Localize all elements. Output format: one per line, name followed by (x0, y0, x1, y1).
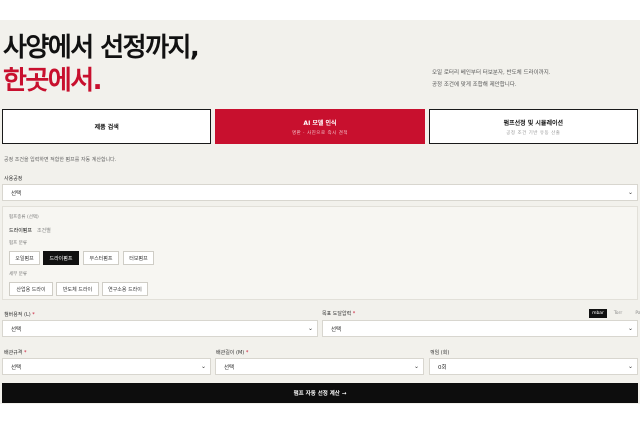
chevron-down-icon: ⌄ (413, 363, 419, 370)
pump-type-filter-active: 드라이펌프 (9, 228, 33, 234)
pipe-spec-value: 선택 (11, 364, 22, 371)
unit-mbar[interactable]: mbar (589, 309, 607, 318)
pipe-length-select[interactable]: 선택 ⌄ (215, 358, 424, 375)
hero-title-line2: 한곳에서. (3, 66, 103, 96)
application-label: 사용공정 (4, 175, 22, 182)
application-label-text: 사용공정 (4, 176, 23, 182)
bends-label-text: 꺾임 (회) (430, 350, 450, 356)
target-pressure-value: 선택 (331, 326, 342, 333)
required-mark: * (24, 350, 27, 356)
hero-subtitle: 오일 로터리 베인부터 터보분자, 반도체 드라이까지. 공정 조건에 맞게 조… (432, 67, 551, 91)
form-hint: 공정 조건을 입력하면 적합한 펌프를 자동 계산합니다. (4, 157, 117, 163)
chevron-down-icon: ⌄ (200, 363, 206, 370)
hero-title: 사양에서 선정까지, 한곳에서. (3, 32, 200, 98)
chamber-volume-value: 선택 (11, 326, 22, 333)
pipe-spec-select[interactable]: 선택 ⌄ (2, 358, 211, 375)
hero-title-line1: 사양에서 선정까지, (3, 33, 200, 63)
target-pressure-label-text: 목표 도달압력 (322, 311, 352, 317)
chip-turbo-pump[interactable]: 터보펌프 (123, 251, 154, 265)
tab-product-search[interactable]: 제품 검색 (2, 109, 212, 144)
pressure-unit-toggle: mbar Torr Pa (589, 309, 640, 318)
unit-pa[interactable]: Pa (629, 309, 640, 318)
pump-type-filter-alt[interactable]: 조건별 (37, 228, 51, 234)
bends-value: 0회 (438, 364, 447, 371)
pipe-length-label: 배관길이 (M) * (216, 349, 248, 356)
bends-select[interactable]: 0회 ⌄ (429, 358, 638, 375)
chevron-down-icon: ⌄ (627, 363, 633, 370)
pump-type-filter[interactable]: 드라이펌프 조건별 (9, 227, 51, 234)
chevron-down-icon: ⌄ (627, 189, 633, 196)
chip-oil-pump[interactable]: 오일펌프 (9, 251, 40, 265)
chip-semiconductor-dry[interactable]: 반도체 드라이 (56, 282, 99, 296)
pump-type-panel: 펌프종류 (선택) 드라이펌프 조건별 펌프 분류 오일펌프 드라이펌프 부스터펌… (2, 206, 638, 300)
target-pressure-select[interactable]: 선택 ⌄ (322, 320, 638, 337)
tab-label: AI 모델 인식 (303, 119, 337, 127)
tab-label: 제품 검색 (94, 124, 119, 131)
chevron-down-icon: ⌄ (627, 325, 633, 332)
chip-dry-pump[interactable]: 드라이펌프 (43, 251, 79, 265)
chamber-volume-label-text: 챔버용적 (L) (4, 312, 31, 318)
bends-label: 꺾임 (회) (430, 349, 449, 356)
tab-label: 펌프선정 및 시뮬레이션 (503, 119, 564, 127)
target-pressure-label: 목표 도달압력 * (322, 310, 355, 317)
chip-lab-dry[interactable]: 연구소용 드라이 (102, 282, 148, 296)
pipe-length-value: 선택 (224, 364, 235, 371)
tab-sublabel: 명판 · 사진으로 즉시 견적 (291, 130, 349, 136)
hero-subtitle-line2: 공정 조건에 맞게 조합해 제안합니다. (432, 82, 517, 88)
chamber-volume-select[interactable]: 선택 ⌄ (2, 320, 318, 337)
pipe-spec-label: 배관규격 * (4, 349, 27, 356)
pipe-spec-label-text: 배관규격 (4, 350, 23, 356)
pipe-length-label-text: 배관길이 (M) (216, 350, 245, 356)
application-select[interactable]: 선택 ⌄ (2, 184, 638, 201)
tab-ai-recognition[interactable]: AI 모델 인식 명판 · 사진으로 즉시 견적 (215, 109, 425, 144)
calculate-button[interactable]: 펌프 자동 선정 계산 → (2, 383, 638, 403)
tab-sublabel: 공정 조건 기반 유동 산출 (506, 130, 561, 136)
pump-group-label: 펌프 분류 (9, 241, 27, 246)
required-mark: * (245, 350, 249, 356)
unit-torr[interactable]: Torr (609, 309, 627, 318)
chamber-volume-label: 챔버용적 (L) * (4, 311, 35, 318)
application-value: 선택 (11, 190, 22, 197)
chip-industrial-dry[interactable]: 산업용 드라이 (9, 282, 53, 296)
chip-booster-pump[interactable]: 부스터펌프 (83, 251, 119, 265)
required-mark: * (352, 311, 356, 317)
tab-pump-selection[interactable]: 펌프선정 및 시뮬레이션 공정 조건 기반 유동 산출 (428, 109, 638, 144)
pump-type-label: 펌프종류 (선택) (9, 215, 39, 220)
required-mark: * (32, 312, 35, 318)
pump-detail-label: 세부 분류 (9, 272, 27, 277)
chevron-down-icon: ⌄ (307, 325, 313, 332)
hero-subtitle-line1: 오일 로터리 베인부터 터보분자, 반도체 드라이까지. (432, 70, 551, 76)
mode-tabs: 제품 검색 AI 모델 인식 명판 · 사진으로 즉시 견적 펌프선정 및 시뮬… (2, 109, 638, 144)
